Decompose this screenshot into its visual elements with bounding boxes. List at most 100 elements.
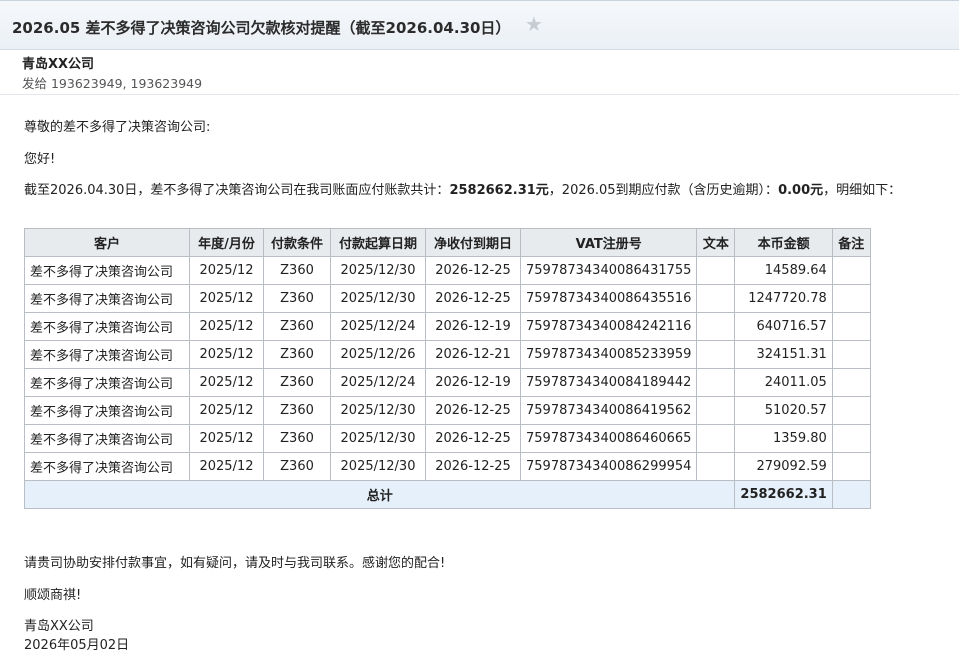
summary-due: 0.00元 (778, 183, 824, 198)
cell-customer: 差不多得了决策咨询公司 (24, 368, 190, 397)
cell-vat: 75978734340085233959 (519, 340, 698, 369)
cell-start-date: 2025/12/24 (330, 312, 426, 341)
total-remark (831, 480, 871, 509)
cell-due-date: 2026-12-21 (425, 340, 521, 369)
col-header-remark: 备注 (831, 228, 871, 257)
cell-period: 2025/12 (189, 424, 264, 453)
table-row: 差不多得了决策咨询公司 2025/12 Z360 2025/12/24 2026… (24, 368, 871, 397)
cell-due-date: 2026-12-25 (425, 452, 521, 481)
col-header-customer: 客户 (24, 228, 190, 257)
cell-period: 2025/12 (189, 368, 264, 397)
cell-start-date: 2025/12/30 (330, 424, 426, 453)
subject-bar: 2026.05 差不多得了决策咨询公司欠款核对提醒（截至2026.04.30日）… (0, 0, 959, 50)
email-subject: 2026.05 差不多得了决策咨询公司欠款核对提醒（截至2026.04.30日） (12, 19, 511, 37)
closing-request-line: 请贵司协助安排付款事宜，如有疑问，请及时与我司联系。感谢您的配合! (24, 556, 446, 571)
summary-prefix: 截至2026.04.30日，差不多得了决策咨询公司在我司账面应付账款共计： (24, 183, 450, 198)
col-header-start-date: 付款起算日期 (330, 228, 426, 257)
cell-period: 2025/12 (189, 256, 264, 285)
cell-period: 2025/12 (189, 452, 264, 481)
regards-line: 顺颂商祺! (24, 588, 82, 603)
table-row: 差不多得了决策咨询公司 2025/12 Z360 2025/12/30 2026… (24, 452, 871, 481)
cell-amount: 640716.57 (734, 312, 833, 341)
cell-due-date: 2026-12-25 (425, 396, 521, 425)
table-header-row: 客户 年度/月份 付款条件 付款起算日期 净收付到期日 VAT注册号 文本 本币… (24, 228, 871, 257)
signature-date: 2026年05月02日 (24, 638, 130, 653)
cell-remark (831, 340, 871, 369)
cell-terms: Z360 (263, 284, 331, 313)
signature-company: 青岛XX公司 (24, 619, 94, 634)
table-row: 差不多得了决策咨询公司 2025/12 Z360 2025/12/26 2026… (24, 340, 871, 369)
cell-remark (831, 452, 871, 481)
cell-text (696, 284, 736, 313)
cell-due-date: 2026-12-25 (425, 284, 521, 313)
cell-remark (831, 368, 871, 397)
cell-start-date: 2025/12/30 (330, 396, 426, 425)
cell-amount: 14589.64 (734, 256, 833, 285)
sender-name[interactable]: 青岛XX公司 (22, 53, 94, 72)
total-amount: 2582662.31 (734, 480, 833, 509)
cell-customer: 差不多得了决策咨询公司 (24, 256, 190, 285)
cell-terms: Z360 (263, 368, 331, 397)
cell-customer: 差不多得了决策咨询公司 (24, 396, 190, 425)
star-icon[interactable]: ★ (525, 14, 543, 34)
col-header-terms: 付款条件 (263, 228, 331, 257)
cell-start-date: 2025/12/24 (330, 368, 426, 397)
cell-period: 2025/12 (189, 284, 264, 313)
cell-amount: 324151.31 (734, 340, 833, 369)
cell-text (696, 312, 736, 341)
cell-terms: Z360 (263, 340, 331, 369)
email-header: 青岛XX公司 发给 193623949, 193623949 (0, 50, 959, 95)
summary-line: 截至2026.04.30日，差不多得了决策咨询公司在我司账面应付账款共计：258… (24, 179, 901, 198)
cell-amount: 24011.05 (734, 368, 833, 397)
cell-vat: 75978734340084242116 (519, 312, 698, 341)
cell-vat: 75978734340084189442 (519, 368, 698, 397)
col-header-text: 文本 (696, 228, 736, 257)
cell-amount: 51020.57 (734, 396, 833, 425)
total-label: 总计 (23, 480, 736, 509)
table-row: 差不多得了决策咨询公司 2025/12 Z360 2025/12/30 2026… (24, 424, 871, 453)
col-header-vat: VAT注册号 (519, 228, 698, 257)
cell-remark (831, 396, 871, 425)
cell-text (696, 396, 736, 425)
table-row: 差不多得了决策咨询公司 2025/12 Z360 2025/12/30 2026… (24, 284, 871, 313)
cell-text (696, 424, 736, 453)
ledger-table: 客户 年度/月份 付款条件 付款起算日期 净收付到期日 VAT注册号 文本 本币… (23, 228, 871, 509)
cell-period: 2025/12 (189, 312, 264, 341)
cell-due-date: 2026-12-25 (425, 256, 521, 285)
col-header-amount: 本币金额 (734, 228, 833, 257)
cell-customer: 差不多得了决策咨询公司 (24, 312, 190, 341)
cell-amount: 1359.80 (734, 424, 833, 453)
cell-customer: 差不多得了决策咨询公司 (24, 340, 190, 369)
cell-start-date: 2025/12/30 (330, 284, 426, 313)
summary-total: 2582662.31元 (449, 183, 549, 198)
cell-remark (831, 312, 871, 341)
table-total-row: 总计 2582662.31 (23, 480, 871, 509)
cell-period: 2025/12 (189, 396, 264, 425)
summary-mid: ，2026.05到期应付款（含历史逾期）： (548, 183, 779, 198)
cell-vat: 75978734340086460665 (519, 424, 698, 453)
col-header-period: 年度/月份 (189, 228, 264, 257)
cell-remark (831, 424, 871, 453)
cell-start-date: 2025/12/26 (330, 340, 426, 369)
cell-remark (831, 284, 871, 313)
cell-terms: Z360 (263, 396, 331, 425)
cell-vat: 75978734340086435516 (519, 284, 698, 313)
table-row: 差不多得了决策咨询公司 2025/12 Z360 2025/12/30 2026… (24, 396, 871, 425)
cell-due-date: 2026-12-19 (425, 312, 521, 341)
cell-customer: 差不多得了决策咨询公司 (24, 284, 190, 313)
cell-start-date: 2025/12/30 (330, 452, 426, 481)
cell-text (696, 452, 736, 481)
recipients-line[interactable]: 发给 193623949, 193623949 (22, 73, 202, 92)
cell-amount: 1247720.78 (734, 284, 833, 313)
cell-period: 2025/12 (189, 340, 264, 369)
cell-due-date: 2026-12-25 (425, 424, 521, 453)
cell-amount: 279092.59 (734, 452, 833, 481)
col-header-due-date: 净收付到期日 (425, 228, 521, 257)
summary-suffix: ，明细如下： (823, 183, 902, 198)
cell-customer: 差不多得了决策咨询公司 (24, 452, 190, 481)
cell-terms: Z360 (263, 256, 331, 285)
cell-remark (831, 256, 871, 285)
cell-start-date: 2025/12/30 (330, 256, 426, 285)
cell-text (696, 368, 736, 397)
table-row: 差不多得了决策咨询公司 2025/12 Z360 2025/12/30 2026… (24, 256, 871, 285)
